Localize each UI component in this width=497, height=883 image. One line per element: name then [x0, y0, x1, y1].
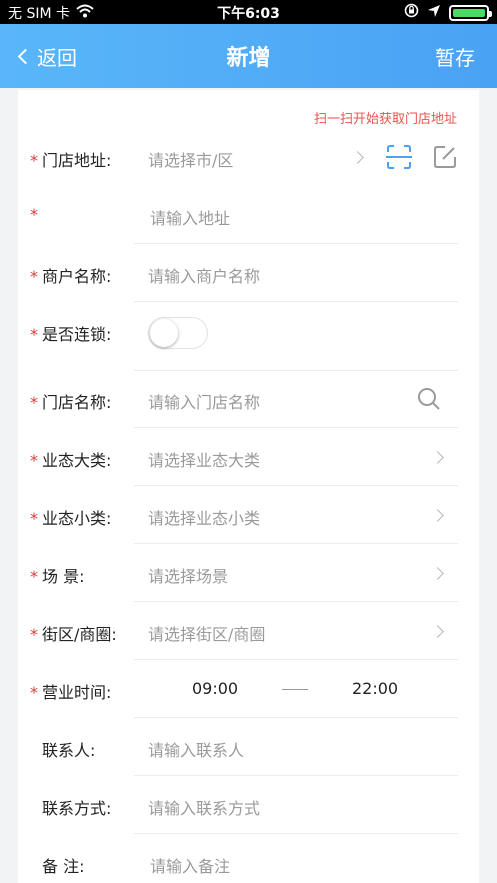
location-arrow-icon [427, 4, 441, 22]
scan-tip: 扫一扫开始获取门店地址 [313, 112, 457, 127]
open-time-picker[interactable]: 09:00 [192, 679, 238, 698]
chevron-right-icon [431, 625, 444, 638]
store-name-label: * 门店名称: [30, 393, 112, 412]
store-address-row[interactable]: * 门店地址: 请选择市/区 [30, 129, 458, 186]
save-draft-button[interactable]: 暂存 [435, 42, 475, 71]
address-detail-row[interactable]: * 请输入地址 [30, 187, 458, 244]
city-district-select[interactable]: 请选择市/区 [148, 147, 233, 171]
contact-method-input[interactable]: 请输入联系方式 [148, 795, 260, 819]
required-mark: * [30, 267, 38, 286]
status-right [404, 3, 492, 22]
required-mark: * [30, 325, 38, 344]
scene-label: * 场 景: [30, 567, 85, 586]
contact-person-input[interactable]: 请输入联系人 [148, 737, 244, 761]
is-chain-label: * 是否连锁: [30, 325, 112, 344]
contact-person-label: 联系人: [42, 741, 96, 760]
required-mark: * [30, 451, 38, 470]
toggle-knob [150, 319, 178, 347]
business-hours-row: * 营业时间: 09:00 22:00 [30, 661, 458, 718]
district-label: * 街区/商圈: [30, 625, 117, 644]
required-mark: * [30, 625, 38, 644]
required-mark: * [30, 151, 38, 170]
required-mark: * [30, 567, 38, 586]
is-chain-row: * 是否连锁: [30, 303, 458, 371]
contact-person-row[interactable]: 联系人: 请输入联系人 [30, 719, 458, 776]
store-name-row[interactable]: * 门店名称: 请输入门店名称 [30, 371, 458, 428]
chain-toggle[interactable] [148, 317, 208, 349]
scan-icon[interactable] [385, 143, 413, 171]
remarks-row[interactable]: 备 注: 请输入备注 [30, 835, 458, 883]
status-bar: 无 SIM 卡 下午6:03 [0, 0, 497, 24]
time-separator [282, 689, 308, 690]
merchant-name-input[interactable]: 请输入商户名称 [148, 263, 260, 287]
required-mark: * [30, 393, 38, 412]
chevron-right-icon [431, 451, 444, 464]
close-time-picker[interactable]: 22:00 [352, 679, 398, 698]
scene-select[interactable]: 请选择场景 [148, 563, 228, 587]
required-mark: * [30, 509, 38, 528]
contact-method-row[interactable]: 联系方式: 请输入联系方式 [30, 777, 458, 834]
address-detail-label: * [30, 205, 42, 224]
page-title: 新增 [226, 46, 271, 71]
required-mark: * [30, 683, 38, 702]
business-category-select[interactable]: 请选择业态大类 [148, 447, 260, 471]
required-mark: * [30, 205, 38, 224]
business-subcategory-row[interactable]: * 业态小类: 请选择业态小类 [30, 487, 458, 544]
business-category-label: * 业态大类: [30, 451, 112, 470]
merchant-name-row[interactable]: * 商户名称: 请输入商户名称 [30, 245, 458, 302]
business-subcategory-select[interactable]: 请选择业态小类 [148, 505, 260, 529]
merchant-name-label: * 商户名称: [30, 267, 112, 286]
business-hours-label: * 营业时间: [30, 683, 112, 702]
district-row[interactable]: * 街区/商圈: 请选择街区/商圈 [30, 603, 458, 660]
edit-icon[interactable] [431, 143, 459, 171]
form-card: 扫一扫开始获取门店地址 * 门店地址: 请选择市/区 * 请输入地址 * 商户名… [18, 90, 479, 883]
battery-fill [453, 8, 485, 17]
orientation-lock-icon [404, 3, 419, 22]
remarks-input[interactable]: 请输入备注 [150, 853, 230, 877]
nav-bar: 返回 新增 暂存 [0, 24, 497, 88]
store-address-label: * 门店地址: [30, 151, 112, 170]
search-icon[interactable] [416, 386, 444, 414]
chevron-right-icon [431, 567, 444, 580]
address-input[interactable]: 请输入地址 [150, 205, 230, 229]
remarks-label: 备 注: [42, 857, 85, 876]
store-name-input[interactable]: 请输入门店名称 [148, 389, 260, 413]
business-category-row[interactable]: * 业态大类: 请选择业态大类 [30, 429, 458, 486]
scene-row[interactable]: * 场 景: 请选择场景 [30, 545, 458, 602]
business-subcategory-label: * 业态小类: [30, 509, 112, 528]
battery-icon [449, 4, 492, 21]
chevron-right-icon [351, 151, 364, 164]
district-select[interactable]: 请选择街区/商圈 [148, 621, 265, 645]
contact-method-label: 联系方式: [42, 799, 112, 818]
chevron-right-icon [431, 509, 444, 522]
